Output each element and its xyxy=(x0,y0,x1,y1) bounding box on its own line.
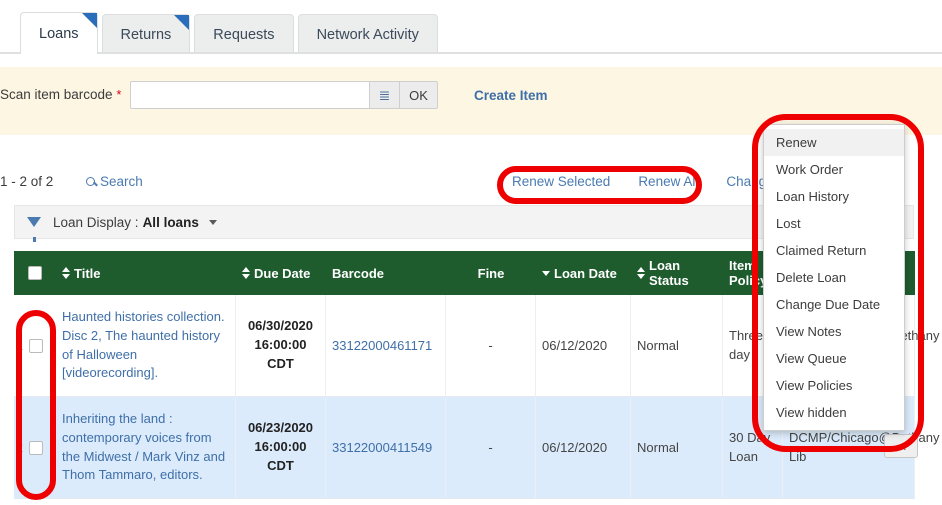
barcode-list-icon-button[interactable]: ≣ xyxy=(370,81,400,109)
row-number: 2 xyxy=(16,440,23,455)
table-header-due-date-label: Due Date xyxy=(254,265,311,281)
sort-icon xyxy=(62,267,70,279)
row-select-cell[interactable]: 1 xyxy=(14,295,56,396)
funnel-icon xyxy=(27,217,41,242)
menu-item-view-notes[interactable]: View Notes xyxy=(764,318,904,345)
loan-display-value: All loans xyxy=(142,214,199,230)
cell-title[interactable]: Inheriting the land : contemporary voice… xyxy=(56,397,236,498)
action-renew-all[interactable]: Renew All xyxy=(638,174,698,189)
tab-returns[interactable]: Returns xyxy=(101,14,191,54)
table-header-loan-status[interactable]: Loan Status xyxy=(631,258,723,288)
menu-item-claimed-return[interactable]: Claimed Return xyxy=(764,237,904,264)
table-header-title-label: Title xyxy=(74,265,101,281)
loan-display-label: Loan Display : xyxy=(53,214,139,230)
table-header-loan-date-label: Loan Date xyxy=(554,265,617,281)
loan-status-text: Normal xyxy=(637,338,679,353)
create-item-link[interactable]: Create Item xyxy=(474,88,548,103)
row-number: 1 xyxy=(16,338,23,353)
cell-loan-date: 06/12/2020 xyxy=(536,295,631,396)
cell-loan-status: Normal xyxy=(631,397,723,498)
sort-icon xyxy=(242,267,250,279)
due-date-text: 06/23/2020 16:00:00 CDT xyxy=(247,420,314,473)
row-checkbox[interactable] xyxy=(28,338,43,353)
table-header-barcode[interactable]: Barcode xyxy=(326,266,446,281)
cell-loan-status: Normal xyxy=(631,295,723,396)
action-links: Renew Selected Renew All Change xyxy=(512,174,774,189)
cell-loan-date: 06/12/2020 xyxy=(536,397,631,498)
row-actions-ellipsis-button[interactable]: ... xyxy=(884,434,918,458)
scan-barcode-label: Scan item barcode * xyxy=(0,87,121,102)
tab-label: Loans xyxy=(39,25,79,42)
tab-requests[interactable]: Requests xyxy=(194,14,294,54)
menu-item-work-order[interactable]: Work Order xyxy=(764,156,904,183)
menu-item-delete-loan[interactable]: Delete Loan xyxy=(764,264,904,291)
menu-item-view-policies[interactable]: View Policies xyxy=(764,372,904,399)
table-header-loan-status-label: Loan Status xyxy=(649,258,689,288)
title-text: Inheriting the land : contemporary voice… xyxy=(62,410,226,483)
row-select-cell[interactable]: 2 xyxy=(14,397,56,498)
search-link-label: Search xyxy=(100,174,143,189)
select-all-checkbox[interactable] xyxy=(28,266,42,280)
cell-fine: - xyxy=(446,397,536,498)
item-policy-text: 30 Day Loan xyxy=(729,430,771,464)
result-count: 1 - 2 of 2 xyxy=(0,174,54,189)
barcode-text: 33122000411549 xyxy=(332,440,433,455)
menu-item-loan-history[interactable]: Loan History xyxy=(764,183,904,210)
sort-icon xyxy=(637,267,645,279)
cell-due-date: 06/23/2020 16:00:00 CDT xyxy=(236,397,326,498)
table-header-loan-date[interactable]: Loan Date xyxy=(536,266,631,281)
tab-loans[interactable]: Loans xyxy=(20,12,98,56)
required-asterisk: * xyxy=(116,87,122,102)
barcode-text: 33122000461171 xyxy=(332,338,433,353)
due-date-text: 06/30/2020 16:00:00 CDT xyxy=(247,318,314,371)
title-text: Haunted histories collection. Disc 2, Th… xyxy=(62,308,225,381)
table-header-select-all[interactable] xyxy=(14,266,56,280)
row-context-menu: Renew Work Order Loan History Lost Claimed R… xyxy=(763,124,905,431)
cell-fine: - xyxy=(446,295,536,396)
table-header-barcode-label: Barcode xyxy=(332,265,385,281)
tab-bar: Loans Returns Requests Network Activity xyxy=(0,0,942,56)
sort-desc-icon xyxy=(542,267,550,279)
tab-label: Requests xyxy=(213,26,275,43)
search-link[interactable]: Search xyxy=(86,174,143,189)
tab-corner-flag-icon xyxy=(81,13,97,28)
table-header-due-date[interactable]: Due Date xyxy=(236,266,326,281)
fine-text: - xyxy=(488,440,493,455)
chevron-down-icon[interactable] xyxy=(208,219,217,225)
menu-item-change-due-date[interactable]: Change Due Date xyxy=(764,291,904,318)
search-icon xyxy=(86,177,95,186)
menu-item-renew[interactable]: Renew xyxy=(764,129,904,156)
loan-status-text: Normal xyxy=(637,440,679,455)
scan-input-group: ≣ OK xyxy=(130,81,438,109)
tab-bar-underline xyxy=(0,52,942,54)
table-header-fine[interactable]: Fine xyxy=(446,266,536,281)
menu-item-view-queue[interactable]: View Queue xyxy=(764,345,904,372)
loan-date-text: 06/12/2020 xyxy=(542,338,608,353)
scan-ok-button[interactable]: OK xyxy=(400,81,438,109)
table-header-title[interactable]: Title xyxy=(56,266,236,281)
row-checkbox[interactable] xyxy=(28,440,43,455)
loan-date-text: 06/12/2020 xyxy=(542,440,608,455)
app-root: Loans Returns Requests Network Activity Sca… xyxy=(0,0,942,505)
list-icon: ≣ xyxy=(378,87,391,103)
cell-title[interactable]: Haunted histories collection. Disc 2, Th… xyxy=(56,295,236,396)
menu-item-view-hidden[interactable]: View hidden xyxy=(764,399,904,426)
menu-item-lost[interactable]: Lost xyxy=(764,210,904,237)
table-header-fine-label: Fine xyxy=(477,265,505,281)
cell-due-date: 06/30/2020 16:00:00 CDT xyxy=(236,295,326,396)
tab-corner-flag-icon xyxy=(174,15,190,30)
tab-network-activity[interactable]: Network Activity xyxy=(297,14,438,54)
tab-list: Loans Returns Requests Network Activity xyxy=(20,12,442,56)
scan-barcode-input[interactable] xyxy=(130,81,370,109)
cell-barcode[interactable]: 33122000411549 xyxy=(326,397,446,498)
action-renew-selected[interactable]: Renew Selected xyxy=(512,174,610,189)
scan-barcode-label-text: Scan item barcode xyxy=(0,87,113,102)
tab-label: Network Activity xyxy=(316,26,419,43)
tab-label: Returns xyxy=(120,26,172,43)
cell-barcode[interactable]: 33122000461171 xyxy=(326,295,446,396)
fine-text: - xyxy=(488,338,493,353)
